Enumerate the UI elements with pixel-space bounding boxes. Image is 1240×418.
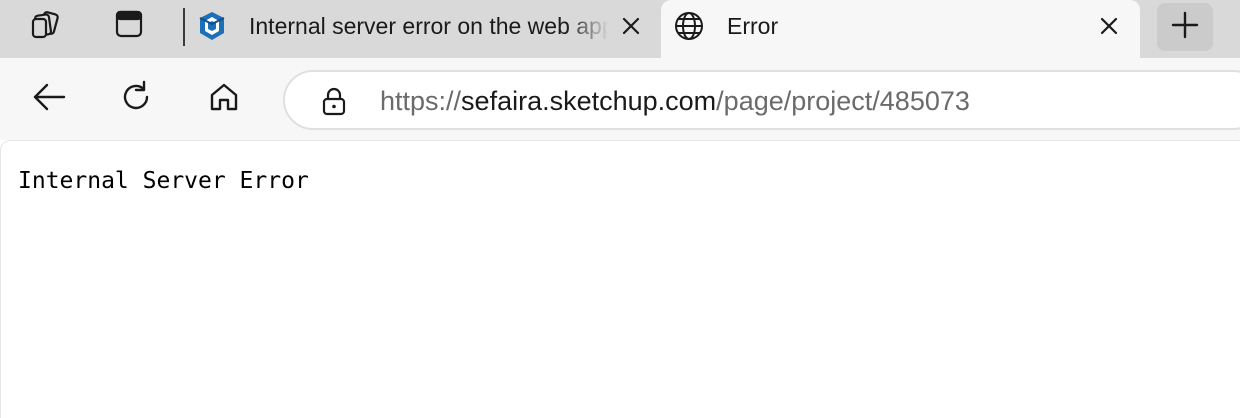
sketchup-favicon-icon (196, 10, 228, 42)
vertical-tabs-button[interactable] (104, 6, 154, 46)
back-button[interactable] (25, 75, 73, 123)
back-arrow-icon (32, 82, 66, 117)
url-text[interactable]: https://sefaira.sketchup.com/page/projec… (380, 86, 970, 116)
refresh-button[interactable] (112, 75, 160, 123)
tab-close-button[interactable] (616, 13, 646, 43)
new-tab-button[interactable] (1157, 3, 1213, 51)
refresh-icon (119, 80, 153, 119)
tab-close-button[interactable] (1094, 13, 1124, 43)
home-button[interactable] (200, 75, 248, 123)
tab-collection-button[interactable] (20, 6, 70, 46)
tab-collection-icon (28, 7, 62, 46)
browser-toolbar: https://sefaira.sketchup.com/page/projec… (0, 58, 1240, 140)
address-bar[interactable]: https://sefaira.sketchup.com/page/projec… (283, 70, 1240, 130)
close-icon (621, 16, 641, 41)
page-content: Internal Server Error (0, 140, 1240, 418)
vertical-tabs-icon (114, 9, 144, 44)
close-icon (1099, 16, 1119, 41)
tab-strip: Internal server error on the web app Err… (0, 0, 1240, 58)
tab-internal-server-error[interactable]: Internal server error on the web app (188, 0, 660, 58)
plus-icon (1171, 11, 1199, 44)
url-scheme: https:// (380, 86, 462, 116)
tab-title: Internal server error on the web app (249, 13, 609, 39)
tab-error[interactable]: Error (661, 0, 1140, 58)
lock-icon[interactable] (319, 85, 349, 117)
url-host: sefaira.sketchup.com (461, 86, 717, 116)
error-message: Internal Server Error (18, 168, 309, 194)
tab-title: Error (727, 13, 779, 39)
url-path: /page/project/485073 (716, 86, 970, 116)
globe-icon (673, 10, 705, 42)
tab-separator (183, 8, 185, 46)
home-icon (208, 81, 240, 118)
